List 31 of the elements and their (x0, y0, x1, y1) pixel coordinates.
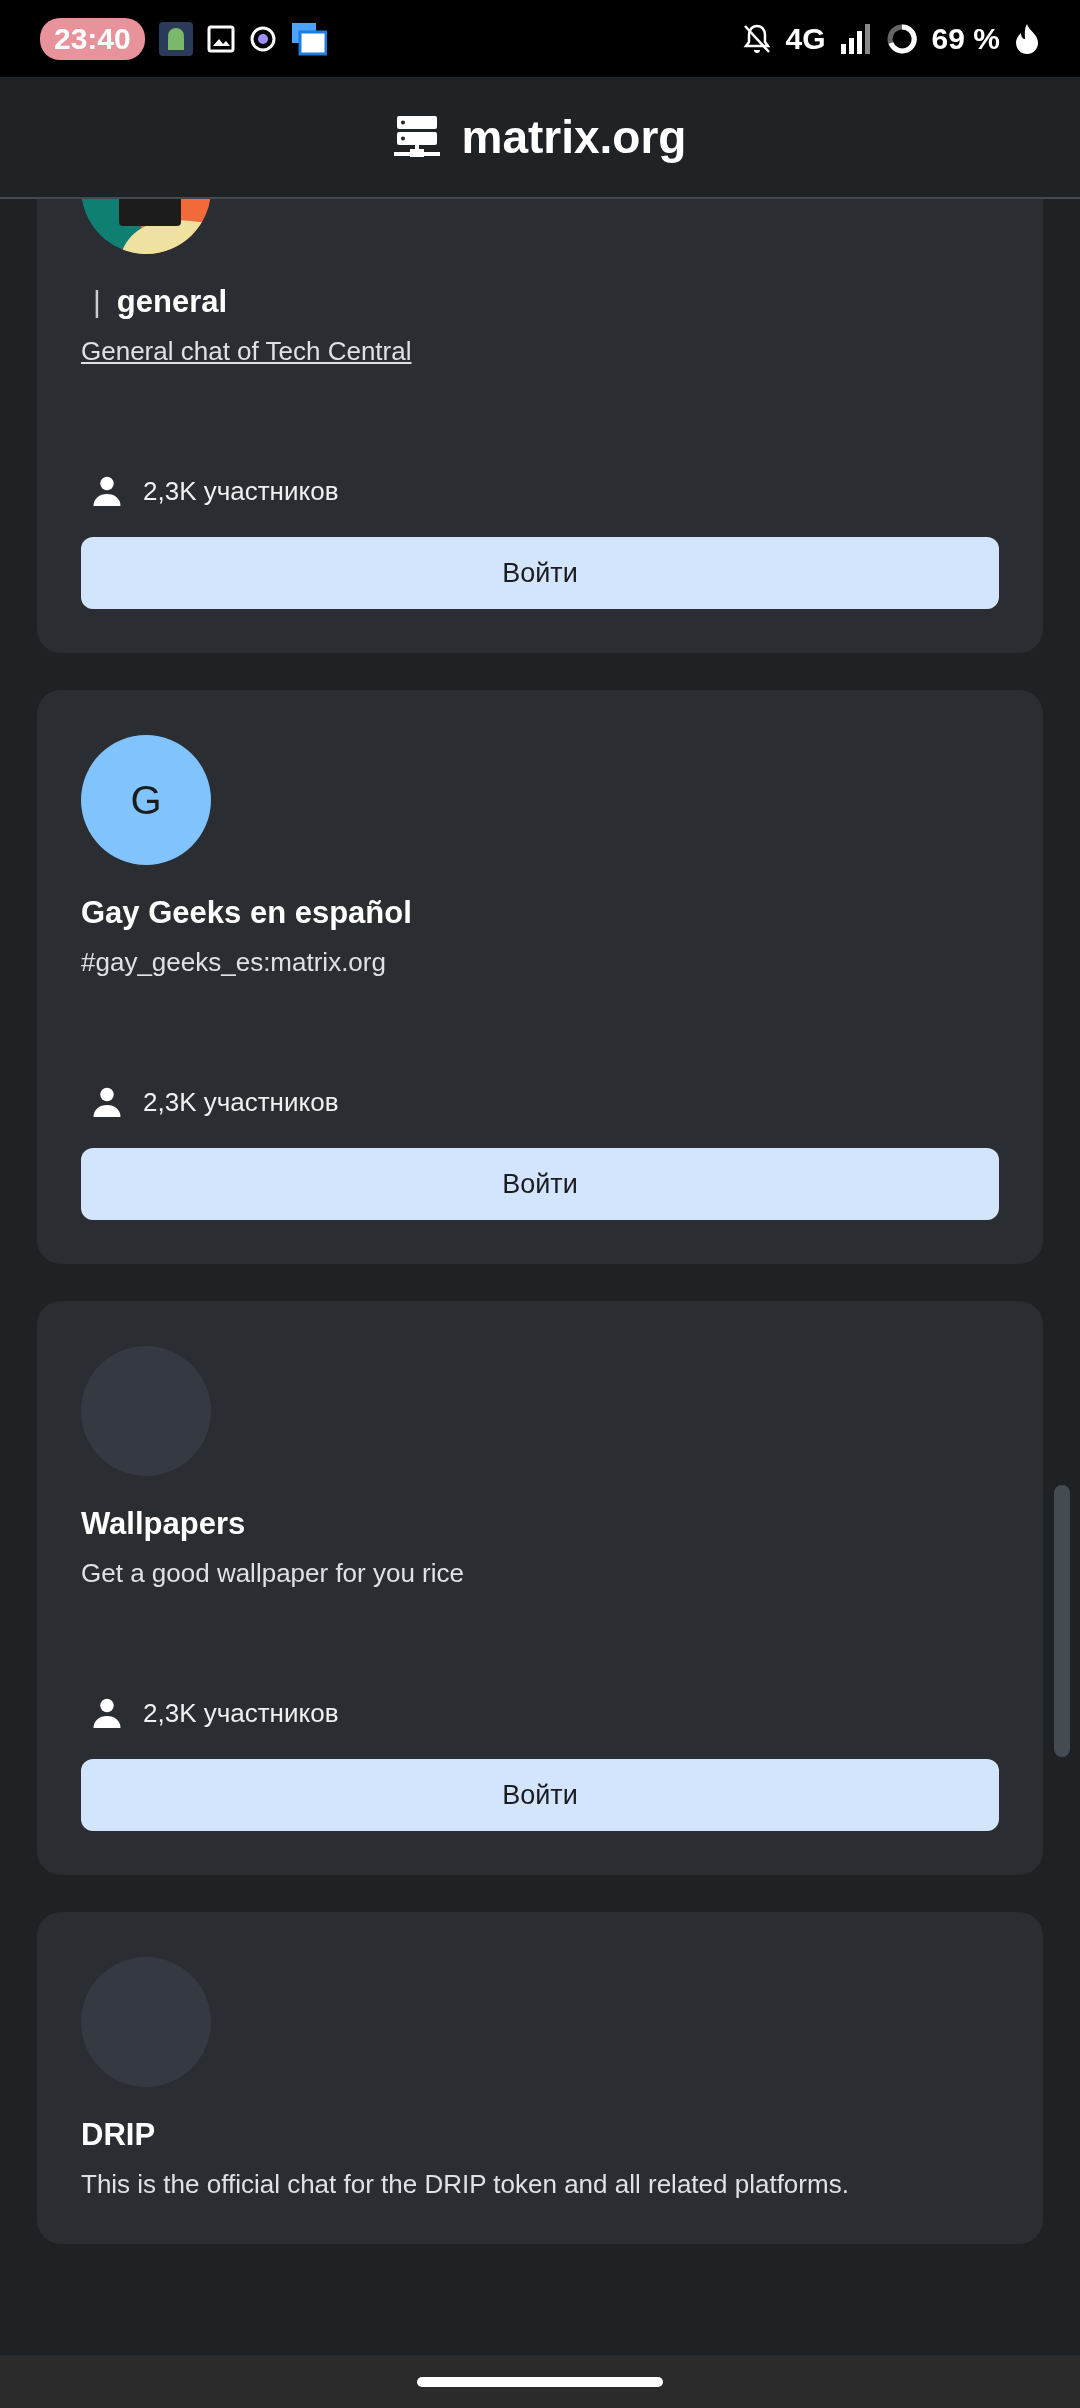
room-topic: This is the official chat for the DRIP token and all related platforms. (81, 2169, 849, 2200)
signal-icon (839, 23, 872, 54)
room-topic: #gay_geeks_es:matrix.org (81, 947, 386, 978)
room-avatar: G (81, 735, 211, 865)
image-icon (206, 24, 235, 53)
member-count: 2,3K участников (143, 475, 339, 507)
status-time: 23:40 (40, 17, 145, 60)
battery-level: 69 % (931, 21, 1000, 56)
record-icon (248, 24, 277, 53)
member-count: 2,3K участников (143, 1086, 339, 1118)
server-icon (393, 114, 440, 160)
room-name: DRIP (81, 2117, 156, 2153)
room-topic: Get a good wallpaper for you rice (81, 1558, 464, 1589)
flame-icon (1014, 22, 1040, 55)
join-button[interactable]: Войти (81, 1148, 999, 1220)
name-prefix: | (92, 285, 101, 319)
topic-link[interactable]: General chat of Tech Central (81, 336, 412, 367)
scrollbar[interactable] (1054, 1485, 1070, 1757)
battery-ring-icon (885, 22, 918, 55)
room-name: Wallpapers (81, 1506, 246, 1542)
network-type: 4G (785, 21, 826, 56)
join-button[interactable]: Войти (81, 537, 999, 609)
home-handle[interactable] (417, 2376, 663, 2387)
room-name: Gay Geeks en español (81, 895, 412, 931)
server-title: matrix.org (461, 110, 687, 164)
bell-off-icon (741, 22, 772, 55)
member-count: 2,3K участников (143, 1697, 339, 1729)
windows-icon (290, 21, 327, 56)
join-button[interactable]: Войти (81, 1759, 999, 1831)
room-name: general (116, 284, 228, 320)
android-app-icon (158, 21, 193, 56)
